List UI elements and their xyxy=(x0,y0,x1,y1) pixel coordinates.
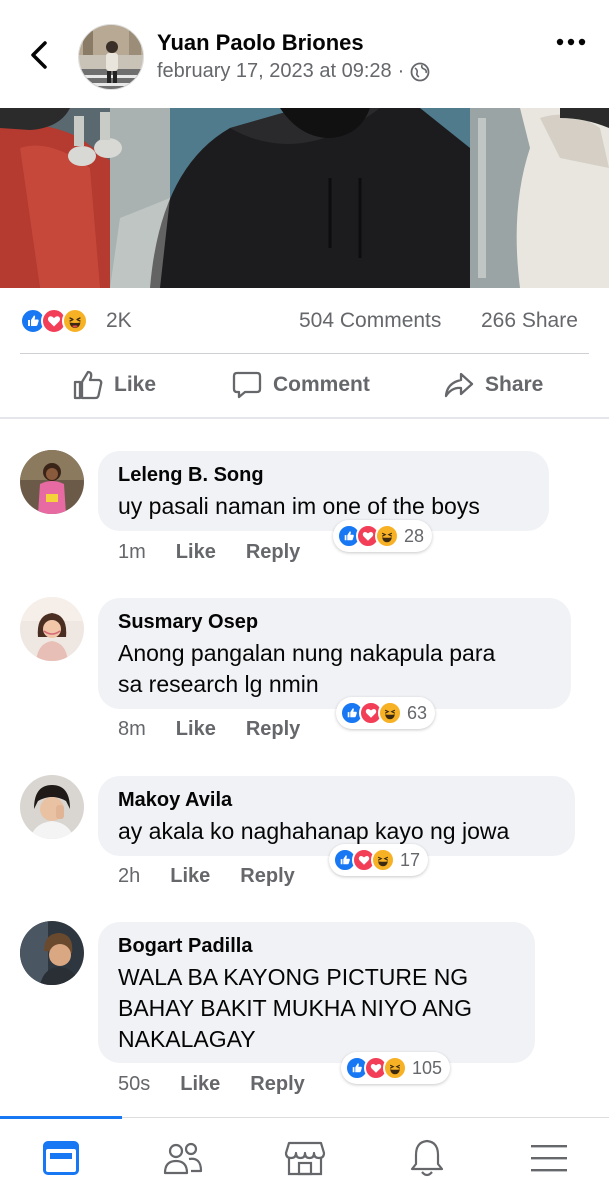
nav-feed[interactable] xyxy=(37,1136,85,1180)
share-label: Share xyxy=(485,373,544,396)
comment-like-button[interactable]: Like xyxy=(180,1073,220,1096)
comment-reply-button[interactable]: Reply xyxy=(246,718,300,741)
nav-notifications[interactable] xyxy=(403,1136,451,1180)
comment-meta: 8m Like Reply xyxy=(118,718,300,741)
comment-reply-button[interactable]: Reply xyxy=(250,1073,304,1096)
commenter-avatar[interactable] xyxy=(20,921,84,985)
comment-reaction-count: 105 xyxy=(412,1057,443,1078)
more-options-button[interactable] xyxy=(551,30,591,54)
commenter-avatar[interactable] xyxy=(20,450,84,514)
feed-icon xyxy=(43,1141,79,1175)
comment-text: WALA BA KAYONG PICTURE NG BAHAY BAKIT MU… xyxy=(118,964,473,1052)
comment-reaction-count: 28 xyxy=(404,525,425,546)
more-horizontal-icon xyxy=(556,38,586,46)
post-photo[interactable] xyxy=(0,108,609,288)
comment-time: 50s xyxy=(118,1073,151,1095)
marketplace-icon xyxy=(284,1141,326,1176)
author-name[interactable]: Yuan Paolo Briones xyxy=(157,30,364,56)
bottom-navigation xyxy=(0,1116,609,1200)
comment-icon xyxy=(232,371,262,399)
haha-icon xyxy=(375,524,399,548)
nav-marketplace[interactable] xyxy=(281,1136,329,1180)
comment-reaction-count: 17 xyxy=(400,849,421,870)
comment-reactions[interactable]: 105 xyxy=(341,1052,451,1084)
share-count[interactable]: 266 Share xyxy=(481,309,578,333)
nav-menu[interactable] xyxy=(525,1136,573,1180)
commenter-name[interactable]: Susmary Osep xyxy=(118,610,551,634)
reaction-icons[interactable] xyxy=(20,308,88,334)
like-button[interactable]: Like xyxy=(72,369,156,401)
haha-icon xyxy=(371,848,395,872)
notifications-icon xyxy=(410,1139,444,1177)
haha-icon xyxy=(62,308,88,334)
post-action-bar: Like Comment Share xyxy=(0,355,609,417)
comment-reactions[interactable]: 28 xyxy=(333,520,433,552)
comment-bubble[interactable]: Makoy Avila ay akala ko naghahanap kayo … xyxy=(98,776,575,856)
comment-label: Comment xyxy=(273,373,370,396)
comment-text: uy pasali naman im one of the boys xyxy=(118,493,480,519)
comments-count[interactable]: 504 Comments xyxy=(299,309,441,333)
reaction-summary: 2K 504 Comments 266 Share xyxy=(0,288,609,354)
comment-like-button[interactable]: Like xyxy=(176,541,216,564)
globe-icon xyxy=(410,62,430,81)
comment-button[interactable]: Comment xyxy=(231,369,370,401)
comment-meta: 50s Like Reply xyxy=(118,1073,305,1096)
meta-separator: · xyxy=(397,60,405,82)
comment-meta: 1m Like Reply xyxy=(118,541,300,564)
comment-time: 2h xyxy=(118,865,141,887)
like-outline-icon xyxy=(73,370,103,400)
share-icon xyxy=(444,372,474,398)
friends-icon xyxy=(163,1142,203,1175)
active-tab-indicator xyxy=(0,1116,122,1119)
comment-reactions[interactable]: 17 xyxy=(329,844,429,876)
chevron-left-icon xyxy=(31,41,47,69)
comment-meta: 2h Like Reply xyxy=(118,865,295,888)
back-button[interactable] xyxy=(22,38,56,72)
comment-time: 8m xyxy=(118,718,146,740)
like-label: Like xyxy=(114,373,157,396)
nav-friends[interactable] xyxy=(159,1136,207,1180)
haha-icon xyxy=(383,1056,407,1080)
comment-bubble[interactable]: Bogart Padilla WALA BA KAYONG PICTURE NG… xyxy=(98,922,535,1063)
comment-bubble[interactable]: Leleng B. Song uy pasali naman im one of… xyxy=(98,451,549,531)
author-avatar[interactable] xyxy=(78,24,144,90)
comment-reaction-count: 63 xyxy=(407,702,428,723)
reaction-count[interactable]: 2K xyxy=(106,309,132,333)
comment-bubble[interactable]: Susmary Osep Anong pangalan nung nakapul… xyxy=(98,598,571,709)
post-meta: february 17, 2023 at 09:28 · xyxy=(157,60,430,83)
comment-reply-button[interactable]: Reply xyxy=(240,865,294,888)
menu-icon xyxy=(531,1145,567,1172)
comment-text: ay akala ko naghahanap kayo ng jowa xyxy=(118,818,510,844)
comment-like-button[interactable]: Like xyxy=(176,718,216,741)
section-divider xyxy=(0,417,609,419)
comment-like-button[interactable]: Like xyxy=(170,865,210,888)
comment-reply-button[interactable]: Reply xyxy=(246,541,300,564)
divider xyxy=(20,353,589,354)
comment-text: Anong pangalan nung nakapula para sa res… xyxy=(118,640,496,697)
commenter-avatar[interactable] xyxy=(20,597,84,661)
post-timestamp[interactable]: february 17, 2023 at 09:28 xyxy=(157,60,392,83)
commenter-name[interactable]: Leleng B. Song xyxy=(118,463,529,487)
comment-reactions[interactable]: 63 xyxy=(336,697,436,729)
commenter-name[interactable]: Bogart Padilla xyxy=(118,934,515,958)
commenter-avatar[interactable] xyxy=(20,775,84,839)
share-button[interactable]: Share xyxy=(443,369,543,401)
comment-time: 1m xyxy=(118,541,146,563)
haha-icon xyxy=(378,701,402,725)
commenter-name[interactable]: Makoy Avila xyxy=(118,788,555,812)
post-header: Yuan Paolo Briones february 17, 2023 at … xyxy=(0,0,609,108)
